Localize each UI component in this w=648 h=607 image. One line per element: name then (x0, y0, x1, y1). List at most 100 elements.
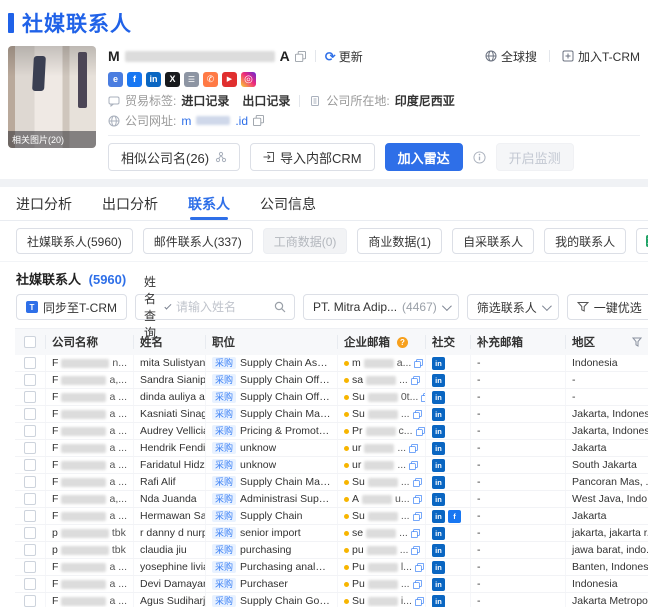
blog-icon[interactable]: e (108, 72, 123, 87)
copy-icon[interactable] (409, 460, 419, 470)
import-crm-button[interactable]: 导入内部CRM (250, 143, 375, 171)
copy-icon[interactable] (294, 50, 306, 62)
copy-icon[interactable] (253, 115, 265, 126)
linkedin-icon[interactable]: in (432, 424, 445, 438)
row-checkbox[interactable] (24, 374, 36, 386)
related-images-caption[interactable]: 相关图片(20) (8, 131, 96, 148)
subtab-commercial-data[interactable]: 商业数据(1) (357, 228, 443, 254)
subtab-email-contacts[interactable]: 邮件联系人(337) (142, 228, 253, 254)
divider (299, 94, 301, 107)
linkedin-icon[interactable]: in (432, 594, 445, 607)
linkedin-icon[interactable]: in (146, 72, 161, 87)
row-checkbox[interactable] (24, 527, 36, 539)
linkedin-icon[interactable]: in (432, 356, 445, 370)
tab-company-info[interactable]: 公司信息 (260, 187, 316, 220)
extra-email-cell: - (470, 491, 565, 507)
name-search-input[interactable] (176, 300, 273, 314)
copy-icon[interactable] (410, 528, 420, 538)
row-checkbox[interactable] (24, 578, 36, 590)
linkedin-icon[interactable]: in (432, 560, 445, 574)
row-checkbox[interactable] (24, 493, 36, 505)
email-suffix: a... (396, 357, 412, 369)
global-search-label: 全球搜 (500, 49, 537, 64)
subtab-social-contacts[interactable]: 社媒联系人(5960) (16, 228, 133, 254)
similar-companies-button[interactable]: 相似公司名(26) (108, 143, 240, 171)
sync-tcrm-button[interactable]: T 同步至T-CRM (16, 294, 127, 320)
subtab-my-contacts[interactable]: 我的联系人 (544, 228, 627, 254)
company-suffix: a ... (109, 459, 127, 471)
company-profile-icon[interactable]: ☰ (184, 72, 199, 87)
copy-icon[interactable] (412, 477, 422, 487)
youtube-icon[interactable]: ▶ (222, 72, 237, 87)
tab-contacts[interactable]: 联系人 (188, 187, 230, 220)
linkedin-icon[interactable]: in (432, 390, 445, 404)
linkedin-icon[interactable]: in (432, 373, 445, 387)
row-checkbox[interactable] (24, 510, 36, 522)
row-checkbox[interactable] (24, 442, 36, 454)
company-prefix: F (52, 357, 59, 369)
position-text: purchasing (240, 544, 292, 556)
website-suffix[interactable]: .id (235, 114, 248, 128)
tab-export-analysis[interactable]: 出口分析 (102, 187, 158, 220)
copy-icon[interactable] (412, 511, 422, 521)
row-checkbox[interactable] (24, 561, 36, 573)
filter-contacts-dropdown[interactable]: 筛选联系人 (466, 294, 559, 320)
info-icon[interactable] (473, 150, 486, 164)
trade-tag-export[interactable]: 出口记录 (242, 92, 290, 109)
copy-icon[interactable] (412, 409, 422, 419)
facebook-icon[interactable]: f (127, 72, 142, 87)
copy-icon[interactable] (409, 443, 419, 453)
trade-tag-import[interactable]: 进口记录 (181, 92, 229, 109)
company-filter-dropdown[interactable]: PT. Mitra Adip... (4467) (303, 294, 459, 320)
linkedin-icon[interactable]: in (432, 526, 445, 540)
company-cell: Fa ... (45, 474, 133, 490)
start-monitor-button[interactable]: 开启监测 (495, 143, 574, 171)
search-icon[interactable] (272, 301, 294, 313)
linkedin-icon[interactable]: in (432, 509, 445, 523)
subtab-self-collected[interactable]: 自采联系人 (452, 228, 535, 254)
join-tcrm-link[interactable]: 加入T-CRM (562, 48, 640, 65)
linkedin-icon[interactable]: in (432, 458, 445, 472)
join-radar-button[interactable]: 加入雷达 (384, 143, 463, 171)
subtab-business-registry[interactable]: 工商数据(0) (262, 228, 348, 254)
copy-icon[interactable] (412, 494, 422, 504)
copy-icon[interactable] (410, 375, 420, 385)
row-checkbox[interactable] (24, 391, 36, 403)
linkedin-icon[interactable]: in (432, 441, 445, 455)
row-checkbox[interactable] (24, 595, 36, 607)
copy-icon[interactable] (415, 426, 425, 436)
linkedin-icon[interactable]: in (432, 492, 445, 506)
row-checkbox[interactable] (24, 357, 36, 369)
copy-icon[interactable] (411, 545, 421, 555)
name-query-dropdown[interactable]: 姓名查询 (136, 273, 176, 341)
x-icon[interactable]: X (165, 72, 180, 87)
tab-import-analysis[interactable]: 进口分析 (16, 187, 72, 220)
export-excel-button[interactable]: X 导出 Excel (636, 228, 648, 254)
linkedin-icon[interactable]: in (432, 577, 445, 591)
company-photo[interactable]: 相关图片(20) (8, 46, 96, 148)
linkedin-icon[interactable]: in (432, 475, 445, 489)
row-checkbox[interactable] (24, 459, 36, 471)
linkedin-icon[interactable]: in (432, 407, 445, 421)
row-checkbox[interactable] (24, 544, 36, 556)
one-click-optimize-button[interactable]: 一键优选 (566, 294, 648, 320)
refresh-button[interactable]: ⟳ 更新 (325, 48, 363, 65)
phone-icon[interactable]: ✆ (203, 72, 218, 87)
linkedin-icon[interactable]: in (432, 543, 445, 557)
copy-icon[interactable] (414, 562, 424, 572)
instagram-icon[interactable]: ◎ (241, 72, 256, 87)
row-checkbox[interactable] (24, 425, 36, 437)
select-all-checkbox[interactable] (24, 336, 36, 348)
region-cell: - (565, 389, 648, 405)
copy-icon[interactable] (414, 596, 424, 606)
copy-icon[interactable] (412, 579, 422, 589)
row-checkbox[interactable] (24, 476, 36, 488)
help-icon[interactable]: ? (397, 336, 408, 348)
website-prefix[interactable]: m (181, 114, 191, 128)
company-filter-value: PT. Mitra Adip... (313, 300, 398, 314)
row-checkbox[interactable] (24, 408, 36, 420)
filter-icon[interactable] (632, 337, 642, 347)
copy-icon[interactable] (414, 358, 424, 368)
facebook-icon[interactable]: f (448, 509, 461, 523)
global-search-link[interactable]: 全球搜 (485, 48, 537, 65)
